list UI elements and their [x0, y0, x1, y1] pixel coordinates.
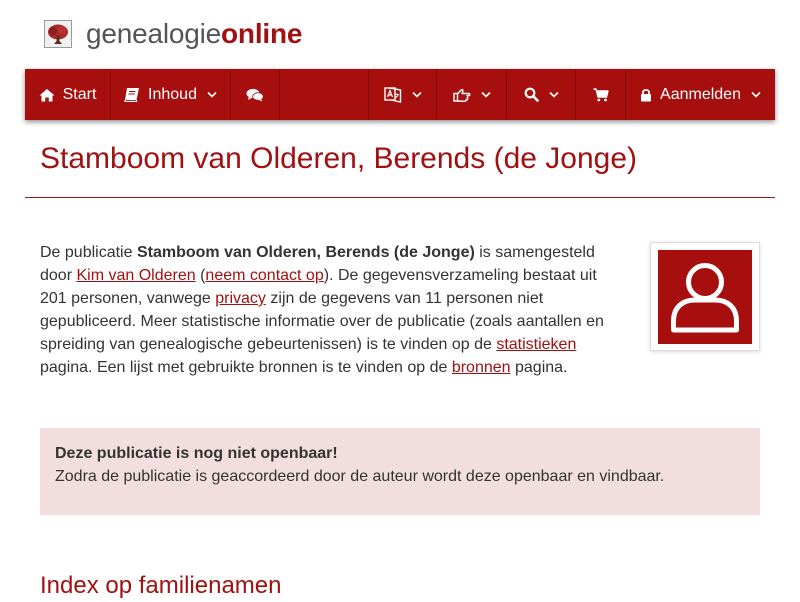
chevron-down-icon: [480, 91, 491, 98]
alert-title: Deze publicatie is nog niet openbaar!: [55, 445, 338, 462]
privacy-link[interactable]: privacy: [215, 290, 266, 307]
page-title: Stamboom van Olderen, Berends (de Jonge): [40, 142, 637, 175]
book-icon: [124, 87, 140, 102]
intro-text-1: De publicatie: [40, 244, 137, 261]
user-avatar-icon: [658, 250, 752, 344]
surname-index-heading: Index op familienamen: [40, 572, 282, 599]
nav-forum[interactable]: [231, 69, 280, 120]
wordmark-part-genealogie: genealogie: [86, 18, 222, 49]
search-icon: [524, 87, 539, 102]
nav-inhoud-label: Inhoud: [148, 85, 197, 103]
contact-link[interactable]: neem contact op: [205, 267, 323, 284]
nav-start[interactable]: Start: [25, 69, 111, 120]
nav-language-dropdown[interactable]: [368, 69, 437, 120]
statistics-link[interactable]: statistieken: [496, 336, 576, 353]
author-avatar-frame[interactable]: [650, 242, 760, 351]
author-link[interactable]: Kim van Olderen: [76, 267, 195, 284]
site-logo-link[interactable]: genealogieonline: [44, 18, 302, 50]
nav-tools-dropdown[interactable]: [437, 69, 507, 120]
publication-name: Stamboom van Olderen, Berends (de Jonge): [136, 244, 475, 261]
intro-text-3: (: [195, 267, 206, 284]
sources-link[interactable]: bronnen: [452, 359, 511, 376]
intro-text-7: pagina.: [510, 359, 568, 376]
publication-intro: De publicatie Stamboom van Olderen, Bere…: [40, 241, 615, 379]
chevron-down-icon: [751, 91, 761, 98]
nav-start-label: Start: [62, 85, 97, 103]
nav-search-dropdown[interactable]: [507, 69, 576, 120]
chevron-down-icon: [548, 91, 559, 98]
cart-icon: [593, 87, 609, 102]
main-navbar: Start Inhoud Aanmelden: [25, 69, 775, 120]
tree-logo-icon: [44, 20, 72, 48]
chat-icon: [246, 88, 264, 102]
wordmark-part-online: online: [221, 18, 303, 49]
nav-inhoud-dropdown[interactable]: Inhoud: [111, 69, 231, 120]
hand-point-icon: [452, 88, 471, 102]
translate-icon: [383, 86, 402, 103]
nav-login-label: Aanmelden: [660, 85, 741, 103]
not-public-alert: Deze publicatie is nog niet openbaar! Zo…: [40, 428, 760, 515]
site-wordmark: genealogieonline: [86, 18, 302, 50]
lock-icon: [640, 88, 652, 102]
intro-text-6: pagina. Een lijst met gebruikte bronnen …: [40, 359, 452, 376]
chevron-down-icon: [207, 91, 217, 98]
home-icon: [39, 88, 55, 102]
nav-login-dropdown[interactable]: Aanmelden: [626, 69, 775, 120]
title-divider: [25, 197, 775, 198]
alert-text: Zodra de publicatie is geaccordeerd door…: [55, 468, 665, 485]
nav-shop[interactable]: [576, 69, 626, 120]
chevron-down-icon: [411, 91, 422, 98]
